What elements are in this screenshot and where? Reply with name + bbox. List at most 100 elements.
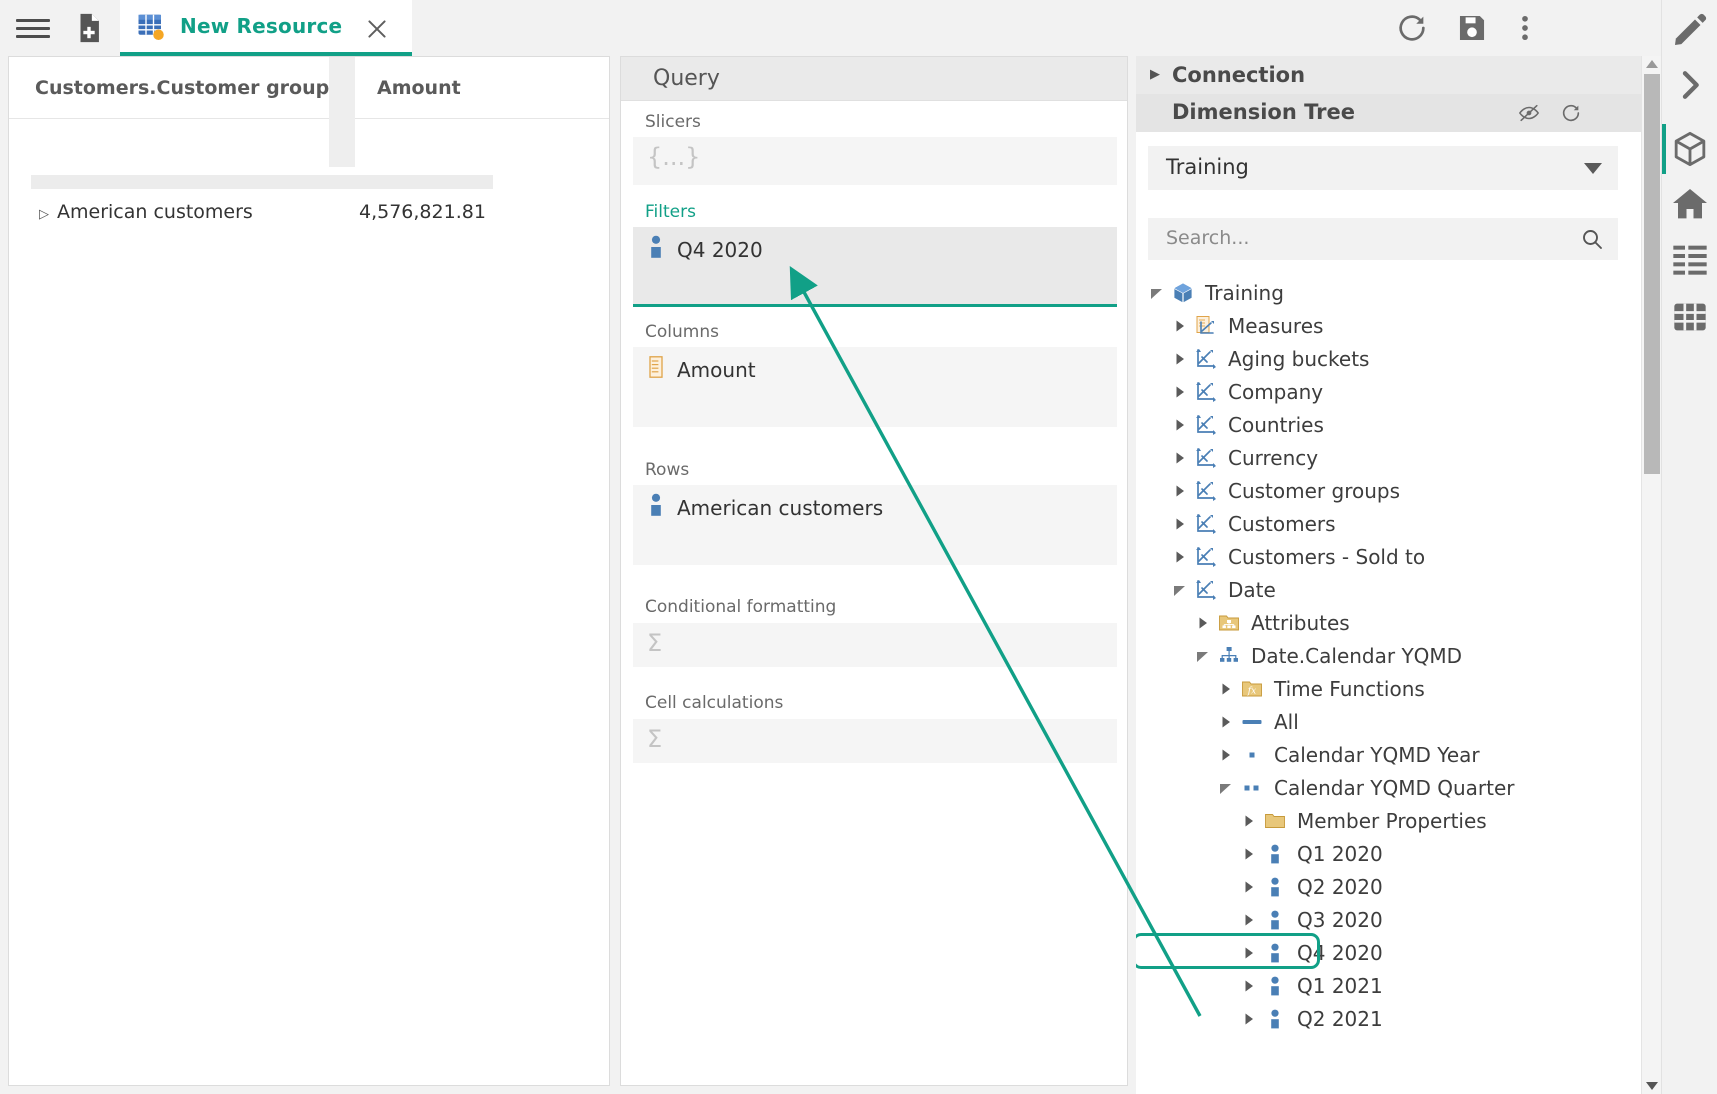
refresh-icon[interactable] [1559, 102, 1583, 124]
save-icon[interactable] [1455, 11, 1489, 45]
tree-item-currency[interactable]: Currency [1136, 441, 1636, 474]
refresh-icon[interactable] [1395, 11, 1429, 45]
tree-item-customer-groups[interactable]: Customer groups [1136, 474, 1636, 507]
tree-expand-caret[interactable] [1238, 814, 1260, 828]
column-resize-handle[interactable] [329, 57, 355, 167]
search-input[interactable]: Search... [1148, 218, 1618, 260]
tree-expand-caret[interactable] [1215, 715, 1237, 729]
tree-item-customers-sold-to[interactable]: Customers - Sold to [1136, 540, 1636, 573]
hamburger-icon[interactable] [14, 14, 52, 42]
member-icon [647, 493, 665, 522]
query-dropzone-columns[interactable]: Amount [633, 347, 1117, 427]
tree-expand-caret[interactable] [1169, 385, 1191, 399]
tree-item-all[interactable]: All [1136, 705, 1636, 738]
query-section-label-rows: Rows [645, 460, 689, 480]
query-panel-header: Query [621, 57, 1127, 101]
row-expand-caret[interactable]: ▷ [39, 192, 53, 238]
tab-new-resource[interactable]: New Resource [120, 0, 412, 56]
tree-item-training[interactable]: Training [1136, 276, 1636, 309]
tree-item-date[interactable]: Date [1136, 573, 1636, 606]
query-dropzone-conditional-formatting[interactable]: Σ [633, 623, 1117, 667]
grid-column-header-dimension[interactable]: Customers.Customer group [35, 57, 329, 119]
cube-icon [1168, 281, 1198, 305]
tree-item-countries[interactable]: Countries [1136, 408, 1636, 441]
tree-item-q3-2020[interactable]: Q3 2020 [1136, 903, 1636, 936]
tree-expand-caret[interactable] [1169, 352, 1191, 366]
tree-item-label: Aging buckets [1228, 347, 1369, 371]
search-icon[interactable] [1580, 227, 1604, 251]
tree-expand-caret[interactable] [1169, 451, 1191, 465]
dimension-tree-scrollbar[interactable] [1641, 56, 1661, 1094]
tree-item-member-properties[interactable]: Member Properties [1136, 804, 1636, 837]
tree-expand-caret[interactable] [1238, 1012, 1260, 1026]
tree-expand-caret[interactable] [1192, 649, 1214, 663]
query-panel: Query Slicers {...} Filters Q4 2020 Colu… [620, 56, 1128, 1086]
tree-expand-caret[interactable] [1169, 418, 1191, 432]
tree-expand-caret[interactable] [1238, 946, 1260, 960]
tree-item-time-functions[interactable]: fxTime Functions [1136, 672, 1636, 705]
tree-expand-caret[interactable] [1215, 748, 1237, 762]
cube-selector-dropdown[interactable]: Training [1148, 146, 1618, 190]
close-icon[interactable] [364, 16, 390, 42]
query-dropzone-filters[interactable]: Q4 2020 [633, 227, 1117, 307]
scrollbar-thumb[interactable] [1644, 74, 1660, 474]
tree-item-calendar-yqmd-quarter[interactable]: Calendar YQMD Quarter [1136, 771, 1636, 804]
query-chip-filter[interactable]: Q4 2020 [647, 235, 763, 264]
grid-cell-dimension-label: American customers [57, 201, 253, 223]
edit-pencil-icon[interactable] [1670, 10, 1710, 50]
hierarchy-icon [1214, 644, 1244, 668]
query-dropzone-rows[interactable]: American customers [633, 485, 1117, 565]
table-grid-icon[interactable] [1670, 297, 1710, 337]
grid-cell-dimension[interactable]: ▷American customers [39, 189, 253, 235]
tree-expand-caret[interactable] [1238, 847, 1260, 861]
tree-expand-caret[interactable] [1169, 550, 1191, 564]
tree-expand-caret[interactable] [1238, 913, 1260, 927]
tree-item-q1-2020[interactable]: Q1 2020 [1136, 837, 1636, 870]
chevron-right-icon[interactable]: ▶ [1150, 67, 1160, 82]
eye-off-icon[interactable] [1517, 102, 1541, 124]
tree-item-label: Member Properties [1297, 809, 1487, 833]
tree-item-customers[interactable]: Customers [1136, 507, 1636, 540]
tree-item-calendar-yqmd-year[interactable]: Calendar YQMD Year [1136, 738, 1636, 771]
tree-expand-caret[interactable] [1169, 319, 1191, 333]
tree-item-company[interactable]: Company [1136, 375, 1636, 408]
member-icon [1260, 974, 1290, 998]
scroll-down-arrow[interactable] [1642, 1078, 1662, 1094]
outline-list-icon[interactable] [1670, 239, 1710, 279]
grid-horizontal-scrollbar[interactable] [31, 175, 493, 189]
tree-item-q4-2020[interactable]: Q4 2020 [1136, 936, 1636, 969]
tree-expand-caret[interactable] [1169, 484, 1191, 498]
new-document-icon[interactable] [72, 11, 106, 45]
tree-expand-caret[interactable] [1215, 682, 1237, 696]
top-toolbar: New Resource [0, 0, 1717, 56]
tree-item-aging-buckets[interactable]: Aging buckets [1136, 342, 1636, 375]
connection-section-header[interactable]: ▶ Connection [1136, 56, 1661, 94]
home-icon[interactable] [1670, 184, 1710, 224]
query-chip-column[interactable]: Amount [647, 355, 756, 384]
dimension-tree-list[interactable]: TrainingMeasures Aging buckets CompanyCoun… [1136, 276, 1636, 1094]
query-dropzone-slicers[interactable]: {...} [633, 137, 1117, 185]
kebab-menu-icon[interactable] [1508, 11, 1542, 45]
table-row[interactable]: ▷American customers 4,576,821.81 [9, 189, 609, 235]
chevron-right-icon[interactable] [1670, 65, 1710, 105]
grid-column-header-amount[interactable]: Amount [377, 57, 461, 119]
tree-item-q1-2021[interactable]: Q1 2021 [1136, 969, 1636, 1002]
tree-expand-caret[interactable] [1169, 583, 1191, 597]
cube-icon[interactable] [1670, 129, 1710, 169]
tree-item-q2-2020[interactable]: Q2 2020 [1136, 870, 1636, 903]
tree-expand-caret[interactable] [1215, 781, 1237, 795]
tree-item-measures[interactable]: Measures [1136, 309, 1636, 342]
tree-item-attributes[interactable]: Attributes [1136, 606, 1636, 639]
scroll-up-arrow[interactable] [1642, 56, 1662, 72]
tree-expand-caret[interactable] [1238, 979, 1260, 993]
tree-item-date-calendar-yqmd[interactable]: Date.Calendar YQMD [1136, 639, 1636, 672]
tree-expand-caret[interactable] [1238, 880, 1260, 894]
tree-expand-caret[interactable] [1169, 517, 1191, 531]
query-dropzone-cell-calculations[interactable]: Σ [633, 719, 1117, 763]
tree-item-q2-2021[interactable]: Q2 2021 [1136, 1002, 1636, 1035]
query-chip-row[interactable]: American customers [647, 493, 883, 522]
chevron-down-icon[interactable] [1584, 163, 1602, 174]
tree-expand-caret[interactable] [1192, 616, 1214, 630]
tree-expand-caret[interactable] [1146, 286, 1168, 300]
dimension-icon [1191, 578, 1221, 602]
